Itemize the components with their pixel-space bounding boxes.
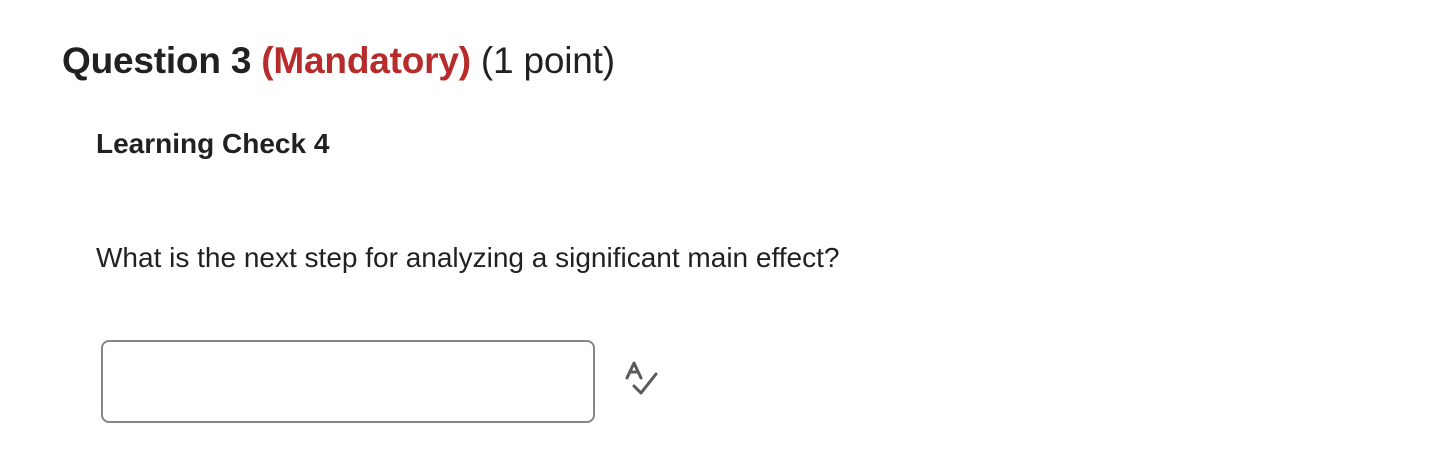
question-title: Question 3: [62, 40, 252, 81]
section-title: Learning Check 4: [96, 128, 330, 159]
question-header: Question 3 (Mandatory) (1 point): [62, 40, 615, 82]
question-prompt: What is the next step for analyzing a si…: [96, 242, 840, 273]
mandatory-label: (Mandatory): [261, 40, 471, 81]
question-page: Question 3 (Mandatory) (1 point) Learnin…: [0, 0, 1432, 466]
points-label: (1 point): [480, 40, 615, 81]
answer-input[interactable]: [101, 340, 595, 423]
spellcheck-icon[interactable]: [622, 360, 664, 400]
